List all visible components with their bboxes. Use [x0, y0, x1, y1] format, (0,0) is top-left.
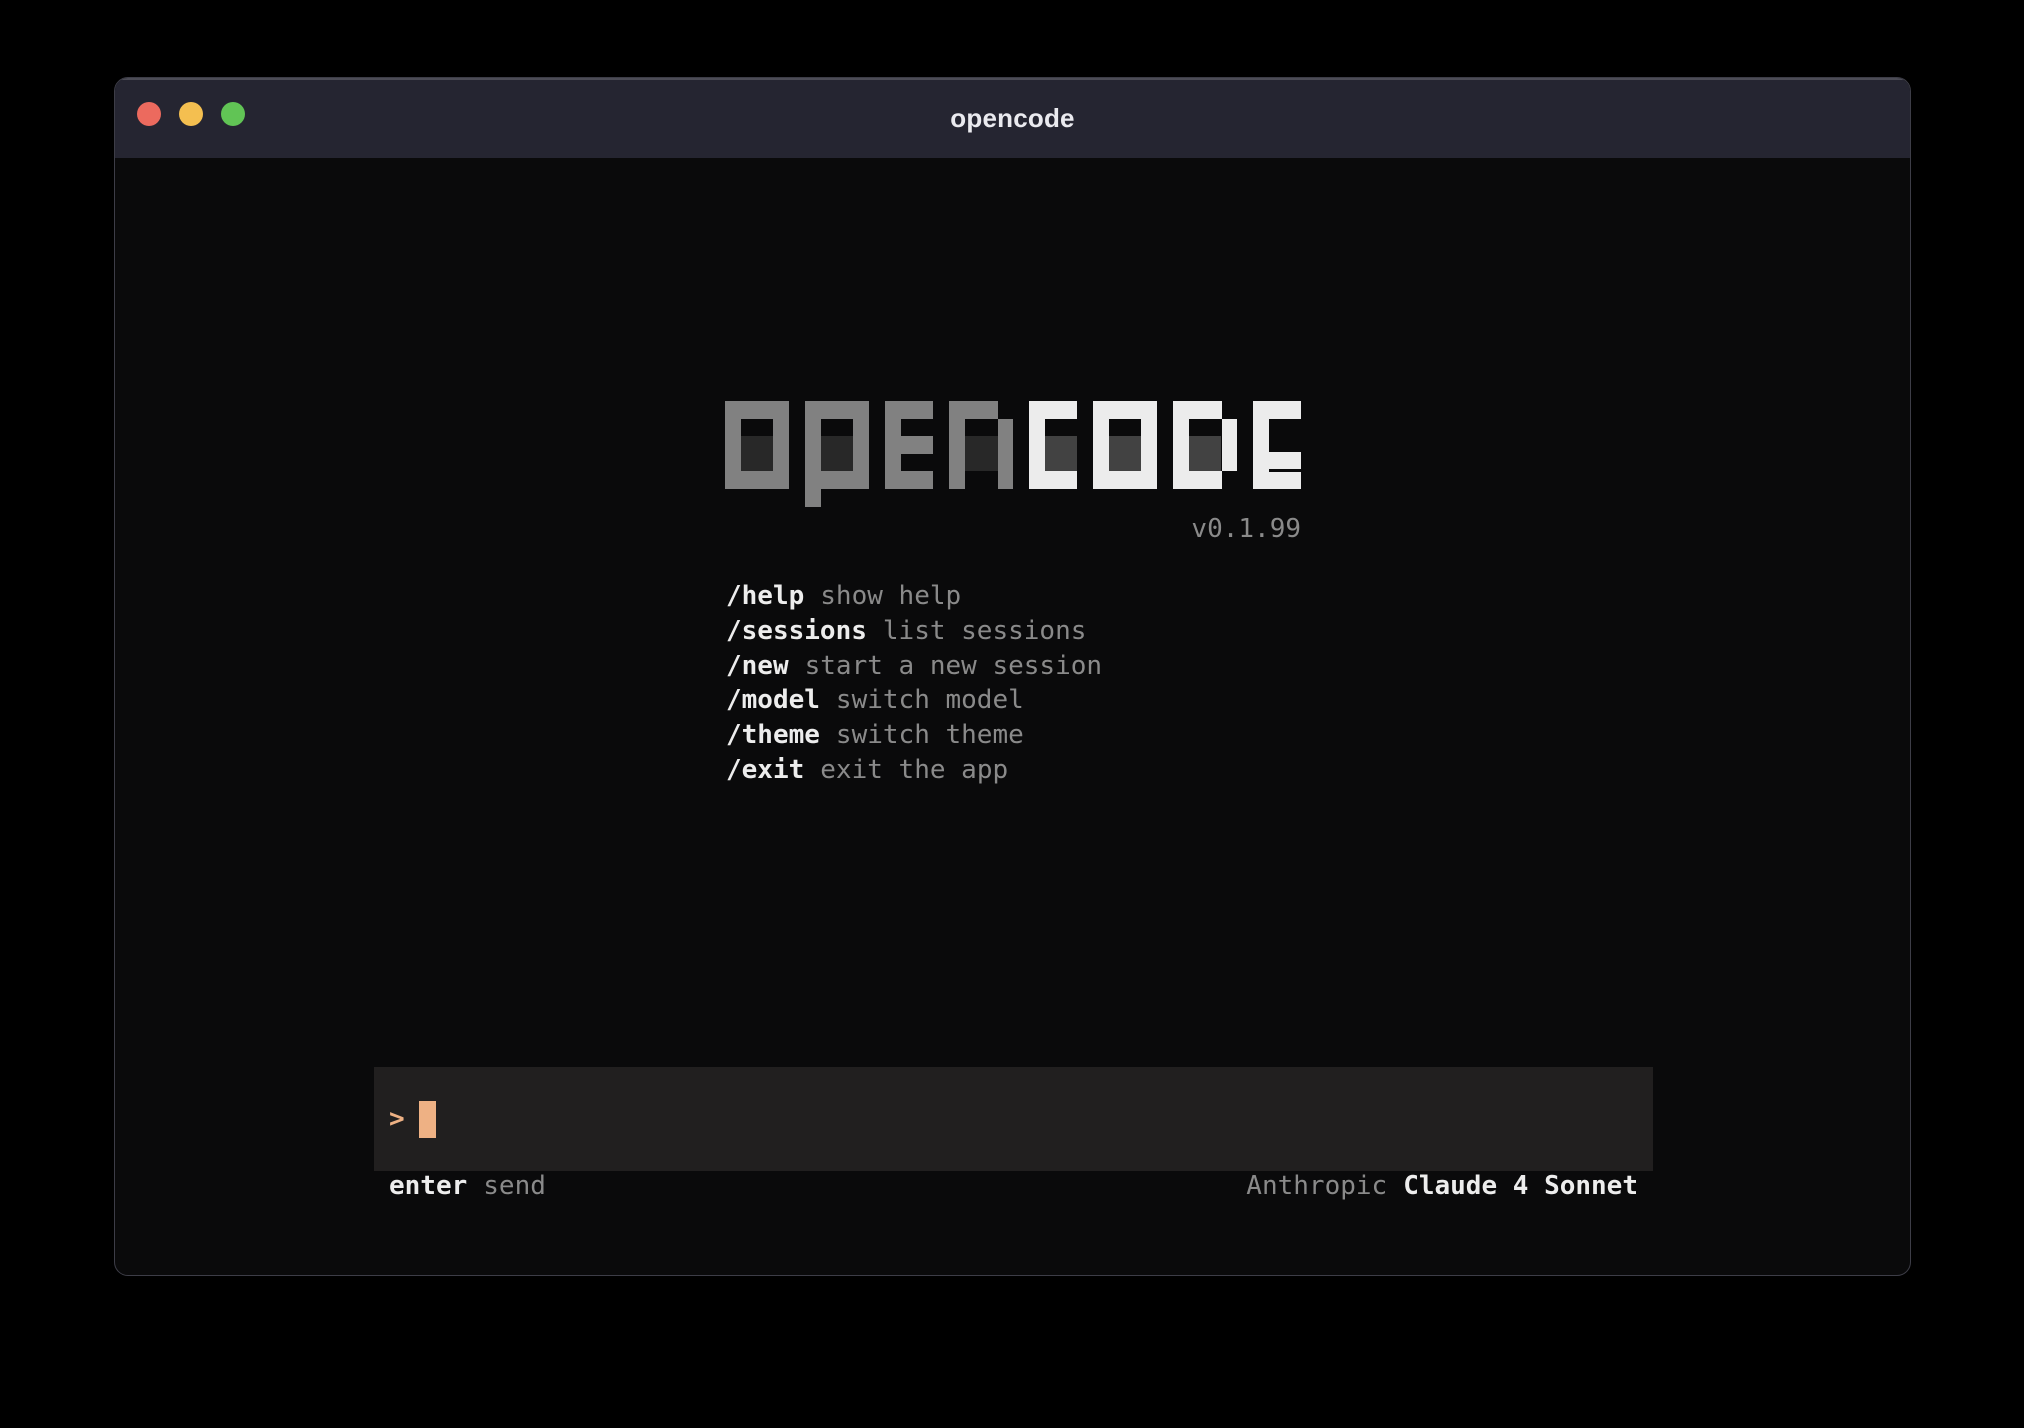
model-indicator[interactable]: Anthropic Claude 4 Sonnet — [1246, 1171, 1638, 1201]
logo-word-code — [1029, 401, 1301, 489]
command-row: /exit exit the app — [726, 753, 1102, 788]
logo-word-open — [725, 401, 1013, 489]
command-name: /sessions — [726, 616, 867, 646]
terminal-content: v0.1.99 /help show help/sessions list sess… — [115, 158, 1910, 1275]
version-label: v0.1.99 — [1191, 514, 1301, 544]
command-row: /model switch model — [726, 683, 1102, 718]
command-description: exit the app — [820, 755, 1008, 785]
fullscreen-button[interactable] — [221, 102, 245, 126]
logo-letter-n — [949, 401, 1013, 489]
command-list: /help show help/sessions list sessions/new… — [726, 579, 1102, 788]
hint-key-label: enter — [389, 1171, 467, 1201]
prompt-caret: > — [389, 1106, 405, 1132]
command-name: /exit — [726, 755, 804, 785]
command-row: /theme switch theme — [726, 718, 1102, 753]
command-name: /theme — [726, 720, 820, 750]
logo-letter-o — [1093, 401, 1157, 489]
logo-letter-p — [805, 401, 869, 489]
text-cursor — [419, 1101, 436, 1138]
window-titlebar[interactable]: opencode — [115, 78, 1910, 158]
logo-letter-d — [1173, 401, 1237, 489]
traffic-lights — [137, 102, 245, 126]
opencode-window: opencode v0.1.99 /help show help/sessions… — [114, 77, 1911, 1276]
logo-letter-e — [1253, 401, 1301, 489]
command-description: show help — [820, 581, 961, 611]
prompt-input[interactable]: > — [374, 1067, 1653, 1171]
command-description: switch model — [836, 685, 1024, 715]
command-description: list sessions — [883, 616, 1087, 646]
close-button[interactable] — [137, 102, 161, 126]
command-row: /help show help — [726, 579, 1102, 614]
command-row: /sessions list sessions — [726, 614, 1102, 649]
logo-letter-c — [1029, 401, 1077, 489]
logo-row — [725, 401, 1301, 489]
command-name: /model — [726, 685, 820, 715]
model-name-label: Claude 4 Sonnet — [1403, 1171, 1638, 1201]
command-description: start a new session — [805, 651, 1102, 681]
opencode-logo: v0.1.99 — [725, 401, 1301, 489]
command-name: /new — [726, 651, 789, 681]
enter-send-hint: enter send — [389, 1171, 546, 1201]
logo-letter-o — [725, 401, 789, 489]
command-name: /help — [726, 581, 804, 611]
command-row: /new start a new session — [726, 649, 1102, 684]
status-bar: enter send Anthropic Claude 4 Sonnet — [374, 1171, 1653, 1201]
minimize-button[interactable] — [179, 102, 203, 126]
logo-letter-e — [885, 401, 933, 489]
hint-action-label: send — [483, 1171, 546, 1201]
window-title: opencode — [950, 103, 1074, 134]
model-provider-label: Anthropic — [1246, 1171, 1387, 1201]
command-description: switch theme — [836, 720, 1024, 750]
